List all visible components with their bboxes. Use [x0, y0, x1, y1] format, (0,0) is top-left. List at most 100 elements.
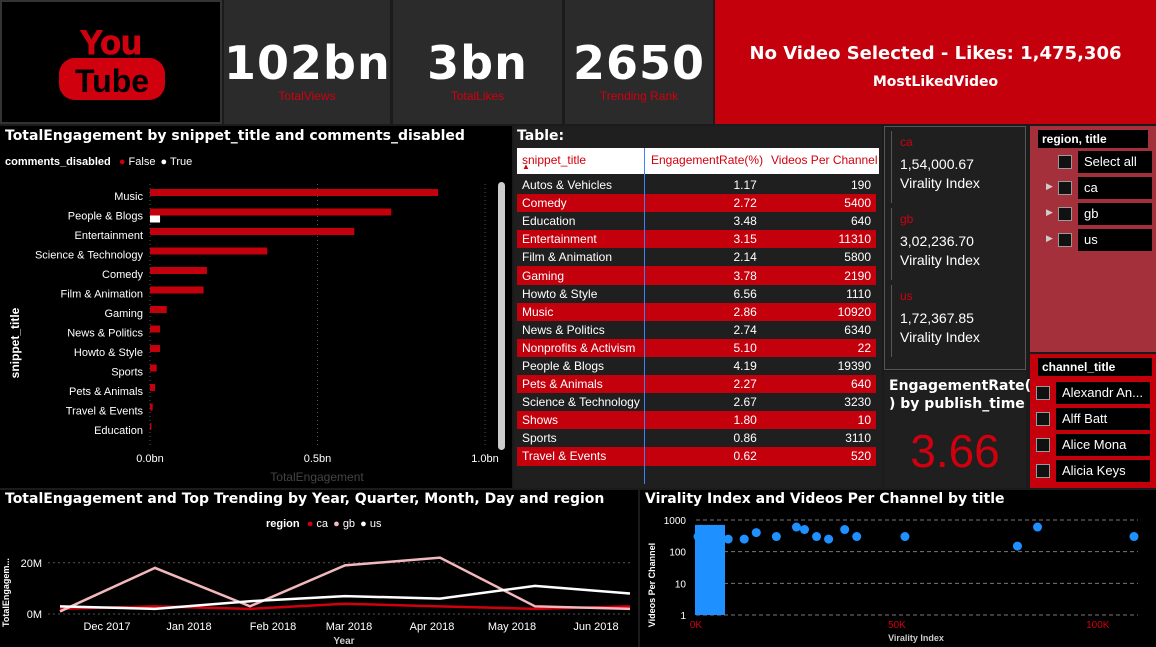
checkbox[interactable] — [1058, 233, 1072, 247]
slicer-item[interactable]: Alicia Keys — [1056, 460, 1150, 482]
cell-videos: 6340 — [761, 320, 876, 339]
region-slicer-title: region, title — [1038, 130, 1148, 148]
line-xlabel: Year — [333, 636, 354, 647]
line-chart-panel[interactable]: TotalEngagement and Top Trending by Year… — [0, 490, 638, 647]
bar-chart-svg: 0.0bn 0.5bn 1.0bn TotalEngagement Music Peopl… — [35, 184, 499, 484]
scatter-xtick-label: 50K — [888, 620, 906, 631]
bar-category-label: Pets & Animals — [69, 386, 143, 398]
table-row[interactable]: News & Politics 2.74 6340 — [517, 320, 876, 339]
table-row[interactable]: Music 2.86 10920 — [517, 302, 876, 321]
engagement-card: EngagementRate(% ) by publish_time 3.66 — [884, 372, 1045, 488]
bar-scrollbar[interactable] — [498, 182, 505, 450]
kpi-label: TotalViews — [278, 89, 336, 103]
checkbox[interactable] — [1058, 181, 1072, 195]
table-row[interactable]: Science & Technology 2.67 3230 — [517, 393, 876, 412]
cell-rate: 3.15 — [644, 230, 762, 249]
card-value: 1,72,367.85 — [900, 310, 974, 326]
bar-false — [150, 403, 153, 411]
table-row[interactable]: Education 3.48 640 — [517, 212, 876, 231]
table-row[interactable]: Nonprofits & Activism 5.10 22 — [517, 338, 876, 357]
bar-false — [150, 423, 152, 430]
bar-chart-panel[interactable]: TotalEngagement by snippet_title and com… — [0, 126, 512, 488]
scatter-point — [1129, 532, 1139, 542]
card-region: ca — [900, 135, 913, 149]
scatter-point — [751, 528, 761, 538]
bar-false — [150, 247, 268, 255]
table-row[interactable]: Comedy 2.72 5400 — [517, 194, 876, 213]
checkbox[interactable] — [1036, 464, 1050, 478]
bar-false — [150, 228, 355, 235]
scatter-point — [771, 532, 781, 542]
table-row[interactable]: Howto & Style 6.56 1110 — [517, 284, 876, 303]
expand-chevron-icon[interactable]: ▶ — [1046, 181, 1053, 192]
line-xtick-label: Jan 2018 — [166, 621, 211, 633]
slicer-item[interactable]: Alff Batt — [1056, 408, 1150, 430]
scatter-point — [699, 528, 709, 538]
expand-chevron-icon[interactable]: ▶ — [1046, 207, 1053, 218]
bar-xlabel: TotalEngagement — [270, 470, 364, 484]
table-row[interactable]: Film & Animation 2.14 5800 — [517, 248, 876, 267]
most-liked-headline: No Video Selected - Likes: 1,475,306 — [749, 43, 1122, 64]
bar-false — [150, 208, 392, 216]
col-header-title[interactable]: snippet_title — [522, 153, 586, 167]
checkbox[interactable] — [1036, 386, 1050, 400]
slicer-item[interactable]: Alice Mona — [1056, 434, 1150, 456]
youtube-logo-icon: You Tube — [59, 24, 165, 100]
bar-category-label: Education — [94, 425, 143, 437]
cell-title: Entertainment — [517, 230, 645, 249]
table-row[interactable]: Sports 0.86 3110 — [517, 429, 876, 448]
table-row[interactable]: Gaming 3.78 2190 — [517, 266, 876, 285]
cell-rate: 0.86 — [644, 429, 762, 448]
bar-tick-label: 1.0bn — [471, 453, 499, 465]
slicer-item[interactable]: Alexandr An... — [1056, 382, 1150, 404]
expand-chevron-icon[interactable]: ▶ — [1046, 233, 1053, 244]
card-region: gb — [900, 212, 914, 226]
checkbox[interactable] — [1058, 155, 1072, 169]
region-slicer[interactable]: region, title Select all ▶ ca ▶ gb ▶ us — [1030, 126, 1156, 352]
table-row[interactable]: Travel & Events 0.62 520 — [517, 447, 876, 466]
kpi-trending-rank: 2650 Trending Rank — [565, 0, 713, 124]
bar-false — [150, 286, 204, 294]
virality-cards-panel: ca 1,54,000.67 Virality Index gb 3,02,236.70… — [884, 126, 1026, 370]
cell-title: People & Blogs — [517, 356, 645, 376]
cell-title: Film & Animation — [517, 248, 645, 267]
col-header-videos[interactable]: Videos Per Channel — [771, 153, 878, 167]
virality-card-us: us 1,72,367.85 Virality Index — [891, 285, 1015, 357]
scatter-panel[interactable]: Virality Index and Videos Per Channel by… — [640, 490, 1156, 647]
slicer-item[interactable]: ca — [1078, 177, 1152, 199]
bar-false — [150, 189, 439, 196]
cell-rate: 2.67 — [644, 393, 762, 412]
bar-false — [150, 364, 157, 372]
col-header-rate[interactable]: EngagementRate(%) — [651, 153, 763, 167]
table-row[interactable]: Autos & Vehicles 1.17 190 — [517, 176, 876, 195]
table-row[interactable]: Entertainment 3.15 11310 — [517, 230, 876, 249]
table-row[interactable]: People & Blogs 4.19 19390 — [517, 356, 876, 376]
scatter-point — [1033, 522, 1043, 532]
cell-title: Science & Technology — [517, 393, 645, 412]
cell-title: Comedy — [517, 194, 645, 213]
channel-slicer[interactable]: channel_title Alexandr An... Alff Batt Ali… — [1030, 354, 1156, 488]
bar-category-label: Gaming — [104, 308, 143, 320]
slicer-item[interactable]: Select all — [1078, 151, 1152, 173]
checkbox[interactable] — [1036, 412, 1050, 426]
kpi-label: TotalLikes — [450, 89, 505, 103]
slicer-item[interactable]: us — [1078, 229, 1152, 251]
virality-card-gb: gb 3,02,236.70 Virality Index — [891, 208, 1015, 280]
kpi-label: Trending Rank — [599, 89, 679, 103]
cell-title: Gaming — [517, 266, 645, 285]
table-title: Table: — [517, 128, 565, 144]
cell-rate: 3.78 — [644, 266, 762, 285]
cell-videos: 640 — [761, 212, 876, 231]
cell-videos: 5400 — [761, 194, 876, 213]
scatter-xtick-label: 100K — [1086, 620, 1110, 631]
scatter-point — [739, 534, 749, 544]
table-row[interactable]: Shows 1.80 10 — [517, 411, 876, 430]
slicer-item[interactable]: gb — [1078, 203, 1152, 225]
table-row[interactable]: Pets & Animals 2.27 640 — [517, 375, 876, 394]
line-ytick-label: 0M — [27, 609, 42, 621]
checkbox[interactable] — [1036, 438, 1050, 452]
checkbox[interactable] — [1058, 207, 1072, 221]
scatter-point — [723, 534, 733, 544]
scatter-ytick-label: 1 — [680, 611, 686, 622]
cell-title: Howto & Style — [517, 284, 645, 303]
